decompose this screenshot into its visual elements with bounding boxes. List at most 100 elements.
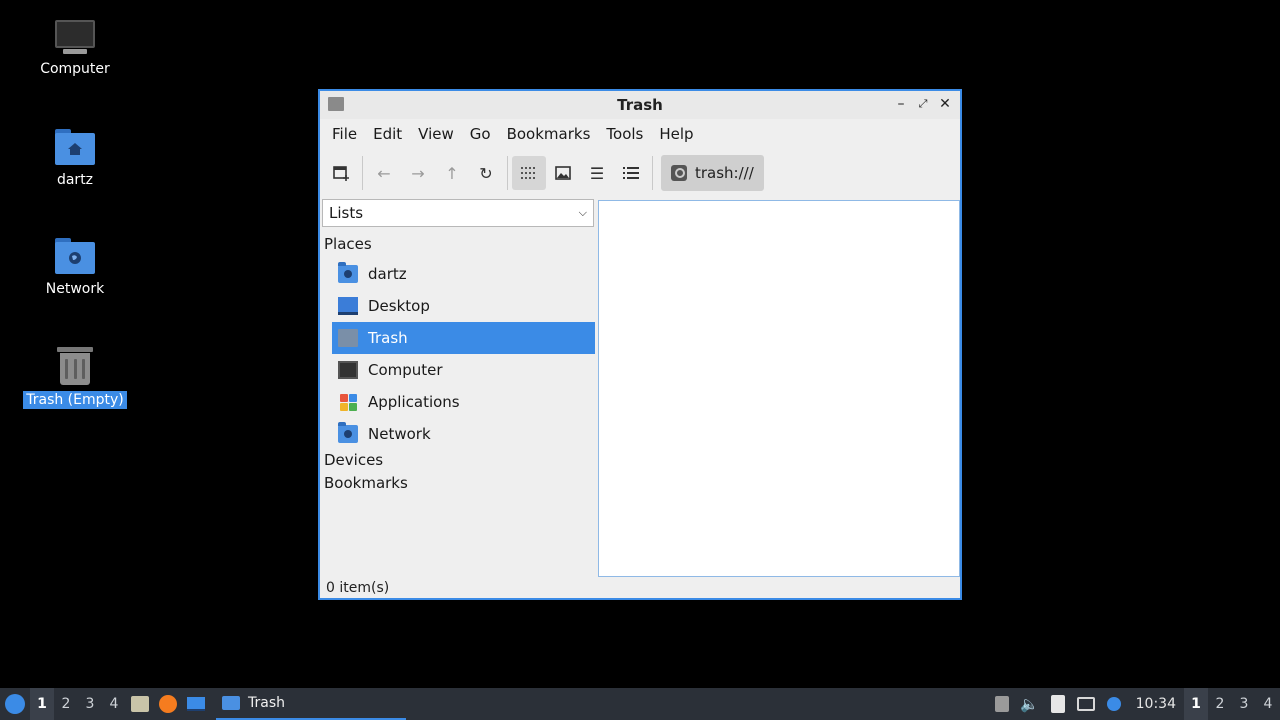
new-tab-icon — [333, 166, 349, 181]
place-label: Desktop — [368, 297, 430, 315]
update-notifier-tray[interactable] — [1100, 688, 1128, 720]
list-compact-icon: ☰ — [589, 163, 605, 183]
applications-icon — [338, 393, 358, 411]
menu-file[interactable]: File — [324, 125, 365, 143]
desktop-icon-label: Computer — [40, 61, 110, 77]
computer-icon — [338, 361, 358, 379]
trash-icon — [57, 345, 93, 385]
workspace-right-3[interactable]: 3 — [1232, 688, 1256, 720]
info-icon — [1106, 697, 1121, 711]
folder-icon — [328, 97, 344, 111]
desktop-icon-computer[interactable]: Computer — [20, 20, 130, 78]
trash-icon — [338, 329, 358, 347]
home-folder-icon — [338, 262, 358, 283]
workspace-right-1[interactable]: 1 — [1184, 688, 1208, 720]
desktop-icon-label: Trash (Empty) — [23, 391, 127, 409]
place-label: Network — [368, 425, 431, 443]
side-panel-mode-select[interactable]: Lists ⌵ — [322, 199, 594, 227]
workspace-1[interactable]: 1 — [30, 688, 54, 720]
grid-view-icon — [521, 167, 535, 179]
show-desktop-button[interactable] — [182, 688, 210, 720]
volume-tray[interactable]: 🔈 — [1016, 688, 1044, 720]
speaker-icon: 🔈 — [1020, 695, 1039, 713]
desktop-icon — [187, 697, 205, 711]
computer-icon — [55, 20, 95, 54]
network-wired-icon — [1076, 697, 1095, 711]
place-computer[interactable]: Computer — [332, 354, 595, 386]
maximize-button[interactable]: ⤢ — [914, 95, 932, 113]
clipboard-icon — [1050, 695, 1065, 713]
side-panel-mode-value: Lists — [329, 204, 364, 222]
new-tab-button[interactable] — [324, 156, 358, 190]
detailed-view-button[interactable] — [614, 156, 648, 190]
desktop-icon-trash[interactable]: Trash (Empty) — [20, 345, 130, 409]
icon-view-button[interactable] — [512, 156, 546, 190]
clipboard-tray[interactable] — [1044, 688, 1072, 720]
start-menu-icon — [5, 694, 25, 714]
firefox-launcher[interactable] — [154, 688, 182, 720]
menu-help[interactable]: Help — [651, 125, 701, 143]
eject-icon — [994, 696, 1009, 712]
taskbar-item-label: Trash — [248, 695, 285, 711]
network-icon — [338, 422, 358, 443]
taskbar-item-trash[interactable]: Trash — [216, 688, 406, 720]
menu-bar: File Edit View Go Bookmarks Tools Help — [320, 119, 960, 149]
reload-icon: ↻ — [479, 163, 493, 183]
devices-heading[interactable]: Devices — [324, 451, 383, 469]
title-bar[interactable]: Trash – ⤢ ✕ — [320, 91, 960, 119]
place-trash[interactable]: Trash — [332, 322, 595, 354]
workspace-2[interactable]: 2 — [54, 688, 78, 720]
network-tray[interactable] — [1072, 688, 1100, 720]
arrow-up-icon: ↑ — [445, 163, 459, 183]
drive-icon — [671, 165, 687, 181]
file-manager-window: Trash – ⤢ ✕ File Edit View Go Bookmarks … — [318, 89, 962, 600]
forward-button[interactable]: → — [401, 156, 435, 190]
workspace-right-4[interactable]: 4 — [1256, 688, 1280, 720]
path-button[interactable]: trash:/// — [661, 155, 764, 191]
bookmarks-heading[interactable]: Bookmarks — [324, 474, 408, 492]
compact-view-button[interactable]: ☰ — [580, 156, 614, 190]
back-button[interactable]: ← — [367, 156, 401, 190]
desktop-icon-network[interactable]: Network — [20, 238, 130, 298]
toolbar: ← → ↑ ↻ ☰ trash:/// — [320, 149, 960, 197]
menu-go[interactable]: Go — [462, 125, 499, 143]
places-heading[interactable]: Places — [324, 235, 372, 253]
menu-view[interactable]: View — [410, 125, 462, 143]
close-button[interactable]: ✕ — [936, 95, 954, 113]
place-desktop[interactable]: Desktop — [332, 290, 595, 322]
thumbnail-view-button[interactable] — [546, 156, 580, 190]
arrow-right-icon: → — [411, 163, 425, 183]
maximize-icon: ⤢ — [918, 97, 928, 110]
menu-tools[interactable]: Tools — [598, 125, 651, 143]
menu-bookmarks[interactable]: Bookmarks — [499, 125, 599, 143]
status-bar: 0 item(s) — [326, 580, 390, 596]
place-label: Trash — [368, 329, 408, 347]
path-label: trash:/// — [695, 164, 754, 182]
minimize-button[interactable]: – — [892, 95, 910, 113]
start-menu-button[interactable] — [0, 688, 30, 720]
file-view-area[interactable] — [598, 200, 960, 577]
workspace-4[interactable]: 4 — [102, 688, 126, 720]
minimize-icon: – — [897, 96, 905, 112]
workspace-right-2[interactable]: 2 — [1208, 688, 1232, 720]
place-network[interactable]: Network — [332, 418, 595, 450]
desktop-icon-dartz[interactable]: dartz — [20, 129, 130, 189]
window-title: Trash — [617, 96, 663, 114]
place-label: Applications — [368, 393, 460, 411]
workspace-3[interactable]: 3 — [78, 688, 102, 720]
image-icon — [555, 166, 571, 180]
place-applications[interactable]: Applications — [332, 386, 595, 418]
file-manager-launcher[interactable] — [126, 688, 154, 720]
menu-edit[interactable]: Edit — [365, 125, 410, 143]
taskbar: 1 2 3 4 Trash 🔈 10:34 1 2 3 4 — [0, 688, 1280, 720]
content-area: Lists ⌵ Places dartz Desktop Trash Compu… — [320, 197, 960, 577]
clock[interactable]: 10:34 — [1128, 696, 1184, 712]
desktop-icon — [338, 297, 358, 315]
removable-media-tray[interactable] — [988, 688, 1016, 720]
arrow-left-icon: ← — [377, 163, 391, 183]
firefox-icon — [159, 695, 177, 713]
place-dartz[interactable]: dartz — [332, 258, 595, 290]
up-button[interactable]: ↑ — [435, 156, 469, 190]
file-manager-icon — [131, 696, 149, 712]
reload-button[interactable]: ↻ — [469, 156, 503, 190]
